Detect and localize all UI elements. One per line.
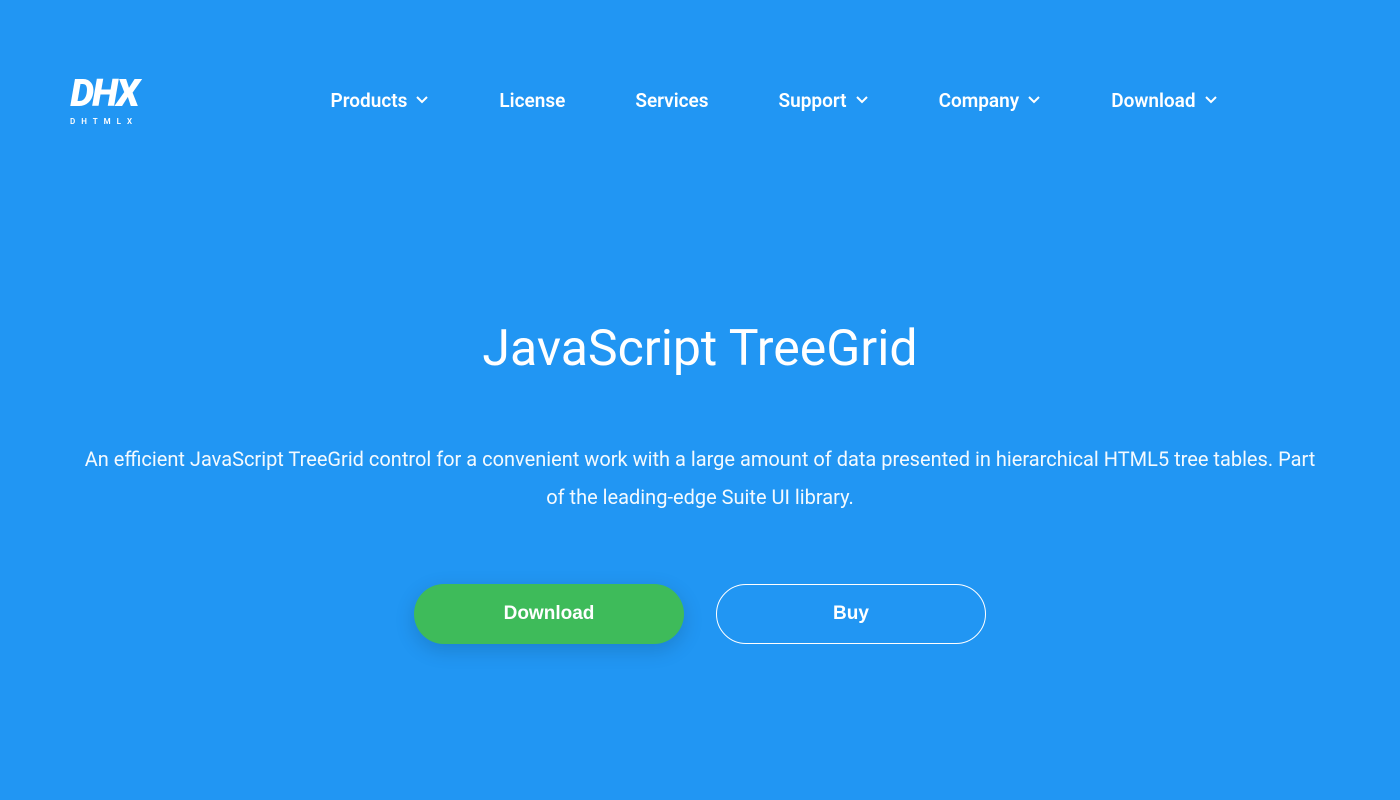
hero-description: An efficient JavaScript TreeGrid control… [80,440,1320,516]
logo-sub-text: DHTMLX [70,117,138,126]
chevron-down-icon [1204,93,1218,107]
logo-main-text: DHX [70,75,138,113]
download-button[interactable]: Download [414,584,684,644]
nav-label: Support [779,89,847,112]
logo[interactable]: DHX DHTMLX [70,75,138,126]
main-nav: Products License Services Support Compan… [218,89,1330,112]
nav-item-company[interactable]: Company [939,89,1042,112]
hero-section: JavaScript TreeGrid An efficient JavaScr… [0,200,1400,644]
nav-label: License [499,89,565,112]
chevron-down-icon [1027,93,1041,107]
chevron-down-icon [415,93,429,107]
buy-button[interactable]: Buy [716,584,986,644]
nav-item-download[interactable]: Download [1111,89,1217,112]
nav-label: Download [1111,89,1195,112]
page-title: JavaScript TreeGrid [80,320,1320,378]
nav-item-products[interactable]: Products [331,89,430,112]
nav-label: Products [331,89,408,112]
nav-label: Company [939,89,1020,112]
chevron-down-icon [855,93,869,107]
nav-item-license[interactable]: License [499,89,565,112]
nav-label: Services [635,89,708,112]
nav-item-services[interactable]: Services [635,89,708,112]
hero-buttons: Download Buy [80,584,1320,644]
site-header: DHX DHTMLX Products License Services Sup… [0,0,1400,200]
nav-item-support[interactable]: Support [779,89,869,112]
